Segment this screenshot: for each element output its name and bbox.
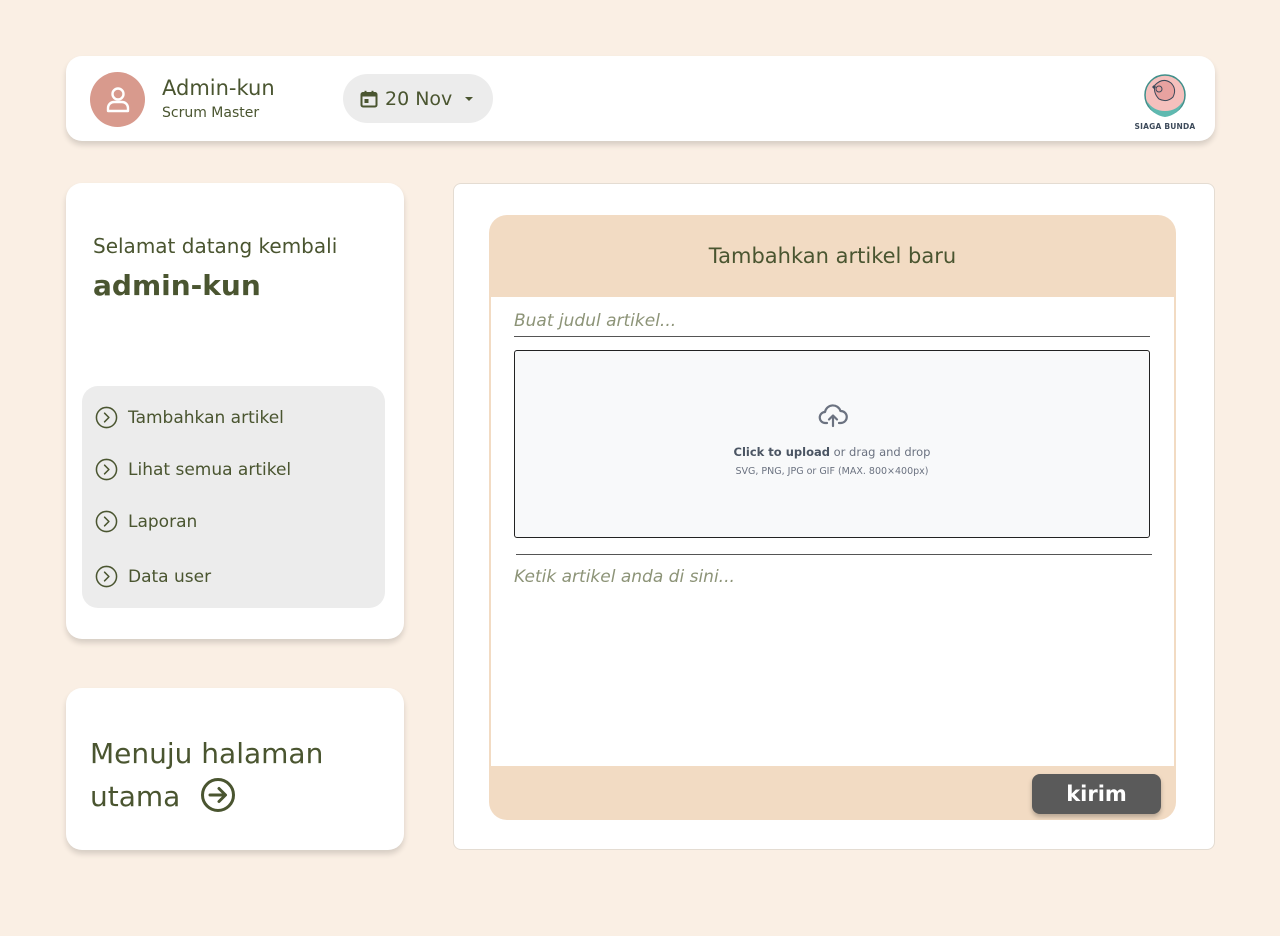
chevron-circle-right-icon xyxy=(95,565,118,588)
date-label: 20 Nov xyxy=(385,87,453,110)
user-icon xyxy=(106,86,129,112)
menu-item-label: Laporan xyxy=(128,511,198,532)
logo-text: SIAGA BUNDA xyxy=(1134,122,1196,131)
editor-body: Click to upload or drag and drop SVG, PN… xyxy=(491,297,1174,766)
arrow-circle-right-icon[interactable] xyxy=(200,777,236,813)
menu-item-data-user[interactable]: Data user xyxy=(95,565,211,588)
menu-item-label: Tambahkan artikel xyxy=(128,407,284,428)
avatar[interactable] xyxy=(90,72,145,127)
date-dropdown[interactable]: 20 Nov xyxy=(343,74,493,123)
homepage-card: Menuju halaman utama xyxy=(66,688,404,850)
chevron-circle-right-icon xyxy=(95,510,118,533)
welcome-username: admin-kun xyxy=(93,269,261,302)
section-divider xyxy=(516,554,1152,555)
top-header: Admin-kun Scrum Master 20 Nov SIAGA BUND… xyxy=(66,56,1215,141)
welcome-card: Selamat datang kembali admin-kun Tambahk… xyxy=(66,183,404,639)
submit-button[interactable]: kirim xyxy=(1032,774,1161,814)
menu-item-label: Lihat semua artikel xyxy=(128,459,292,480)
chevron-circle-right-icon xyxy=(95,406,118,429)
main-panel: Tambahkan artikel baru Click to upload o… xyxy=(453,183,1215,850)
upload-click-text: Click to upload xyxy=(733,445,830,459)
homepage-link-line1: Menuju halaman xyxy=(90,737,324,770)
article-title-input[interactable] xyxy=(514,305,1150,337)
editor-heading: Tambahkan artikel baru xyxy=(708,244,957,268)
menu-item-label: Data user xyxy=(128,566,212,587)
user-role: Scrum Master xyxy=(162,105,260,121)
menu-item-lihat-semua-artikel[interactable]: Lihat semua artikel xyxy=(95,458,291,481)
user-name: Admin-kun xyxy=(162,76,275,100)
welcome-greeting: Selamat datang kembali xyxy=(93,234,338,258)
upload-format-hint: SVG, PNG, JPG or GIF (MAX. 800×400px) xyxy=(735,466,929,477)
caret-down-icon xyxy=(465,96,474,101)
image-upload-dropzone[interactable]: Click to upload or drag and drop SVG, PN… xyxy=(514,350,1150,538)
article-editor: Tambahkan artikel baru Click to upload o… xyxy=(489,215,1176,820)
upload-instructions: Click to upload or drag and drop xyxy=(515,445,1149,459)
nav-menu: Tambahkan artikel Lihat semua artikel La… xyxy=(82,386,385,608)
upload-drag-text: or drag and drop xyxy=(829,445,931,459)
menu-item-tambahkan-artikel[interactable]: Tambahkan artikel xyxy=(95,406,284,429)
calendar-icon xyxy=(360,90,378,107)
menu-item-laporan[interactable]: Laporan xyxy=(95,510,197,533)
chevron-circle-right-icon xyxy=(95,458,118,481)
article-body-input[interactable] xyxy=(514,567,1150,757)
cloud-upload-icon xyxy=(818,404,848,428)
